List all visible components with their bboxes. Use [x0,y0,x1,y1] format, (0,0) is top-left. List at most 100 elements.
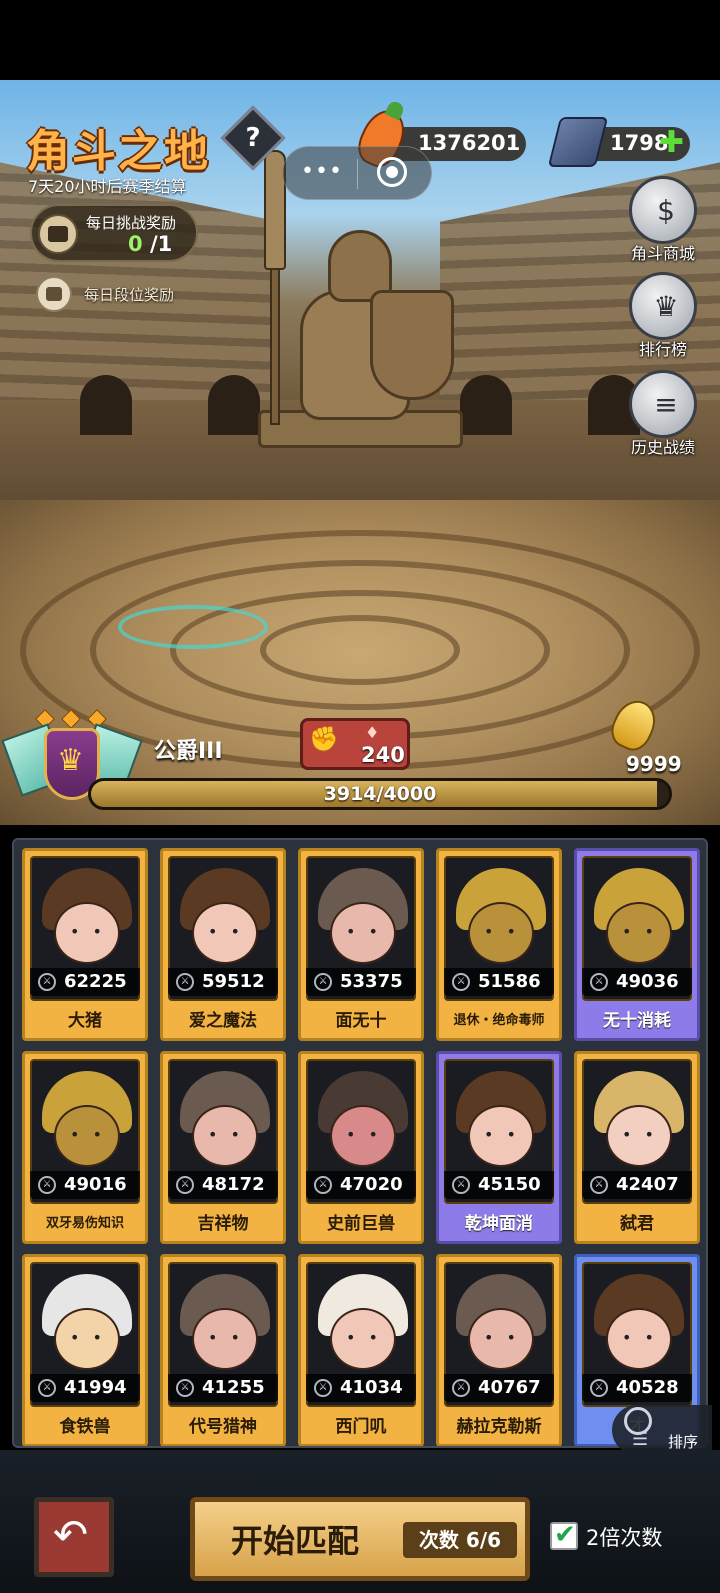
hero-card[interactable]: ⚔ 62225 大猪 [22,848,148,1041]
hero-card[interactable]: ⚔ 47020 史前巨兽 [298,1051,424,1244]
hero-name: 大猪 [68,1011,102,1031]
hero-name: 双牙易伤知识 [45,1216,124,1231]
hero-face [468,902,534,964]
hero-power-bar: ⚔ 41994 [30,1374,140,1402]
hero-power: 47020 [340,1174,403,1195]
hero-power-bar: ⚔ 53375 [306,968,416,996]
leaderboard-button[interactable]: ♛ 排行榜 [618,272,708,360]
power-icon: ⚔ [590,1379,608,1397]
hero-power: 45150 [478,1174,541,1195]
hero-grid: ⚔ 62225 大猪 ⚔ 59512 爱之魔法 ⚔ 53375 面无十 ⚔ 51586 退休・绝命毒师… [22,848,700,1446]
power-icon: ⚔ [314,1379,332,1397]
hero-card[interactable]: ⚔ 51586 退休・绝命毒师 [436,848,562,1041]
season-countdown: 7天20小时后赛季结算 [28,177,187,196]
daily-challenge-label: 每日挑战奖励 [86,214,177,232]
hero-power-bar: ⚔ 49016 [30,1171,140,1199]
hero-power: 62225 [64,971,127,992]
chest-icon [36,276,72,312]
hero-power-bar: ⚔ 49036 [582,968,692,996]
battle-history-button[interactable]: ≡ 历史战绩 [618,370,708,458]
add-gem-button[interactable]: ✚ [659,128,684,158]
power-icon: ⚔ [314,973,332,991]
daily-challenge-reward[interactable]: 每日挑战奖励 0 /1 [30,204,198,262]
hero-power-bar: ⚔ 42407 [582,1171,692,1199]
start-match-button[interactable]: 开始匹配 次数 6/6 [190,1497,530,1581]
hero-card[interactable]: ⚔ 41255 代号猎神 [160,1254,286,1446]
arch [80,375,132,435]
hero-face [468,1308,534,1370]
hero-face [330,902,396,964]
hero-card[interactable]: ⚔ 45150 乾坤面消 [436,1051,562,1244]
hero-card[interactable]: ⚔ 40767 赫拉克勒斯 [436,1254,562,1446]
more-menu-button[interactable]: ••• [301,159,343,184]
daily-rank-reward[interactable]: 每日段位奖励 [36,276,206,316]
hero-power: 40767 [478,1377,541,1398]
hero-face [192,1105,258,1167]
hero-card[interactable]: ⚔ 48172 吉祥物 [160,1051,286,1244]
hero-card[interactable]: ⚔ 59512 爱之魔法 [160,848,286,1041]
money-bag-icon: $ [629,176,697,244]
hero-face [54,1308,120,1370]
sort-label: 排序 [668,1433,699,1451]
power-icon: ⚔ [176,1176,194,1194]
fist-icon: ✊ [309,725,339,753]
hero-card[interactable]: ⚔ 42407 弑君 [574,1051,700,1244]
hero-name: 赫拉克勒斯 [456,1417,542,1437]
hero-face [330,1308,396,1370]
hero-face [606,1308,672,1370]
power-icon: ⚔ [38,1176,56,1194]
hero-power: 49036 [616,971,679,992]
arch [208,375,260,435]
mini-program-capsule: ••• [282,146,432,200]
power-icon: ⚔ [38,1379,56,1397]
power-icon: ⚔ [452,1176,470,1194]
hero-power-bar: ⚔ 48172 [168,1171,278,1199]
hero-power-bar: ⚔ 40528 [582,1374,692,1402]
daily-rank-label: 每日段位奖励 [84,286,175,304]
gem-currency: 1798 ✚ [547,117,690,167]
rank-name: 公爵III [154,739,223,764]
hero-list-panel: ⚔ 62225 大猪 ⚔ 59512 爱之魔法 ⚔ 53375 面无十 ⚔ 51586 退休・绝命毒师… [12,838,708,1448]
hero-face [54,902,120,964]
hero-name: 无十消耗 [603,1011,671,1031]
power-icon: ⚔ [314,1176,332,1194]
hero-name: 爱之魔法 [189,1011,257,1031]
handshake-icon: ♦ [365,723,380,742]
arena-shop-button[interactable]: $ 角斗商城 [618,176,708,264]
hero-card[interactable]: ⚔ 49016 双牙易伤知识 [22,1051,148,1244]
capsule-divider [357,159,358,189]
hero-face [54,1105,120,1167]
hero-face [606,1105,672,1167]
back-button[interactable]: ↶ [34,1497,114,1577]
arch [460,375,512,435]
sort-button[interactable]: ☰ 排序 [612,1405,712,1455]
knight-shield [370,290,454,400]
hero-name: 西门叽 [335,1417,387,1437]
hero-card[interactable]: ⚔ 41034 西门叽 [298,1254,424,1446]
hero-name: 史前巨兽 [327,1214,395,1234]
close-program-button[interactable] [377,157,407,187]
hero-card[interactable]: ⚔ 49036 无十消耗 [574,848,700,1041]
hero-face [468,1105,534,1167]
hero-power: 41255 [202,1377,265,1398]
checkbox-checked-icon[interactable] [550,1520,578,1550]
chest-icon [38,214,78,254]
hero-power-bar: ⚔ 62225 [30,968,140,996]
back-arrow-icon: ↶ [53,1510,89,1559]
hero-power: 49016 [64,1174,127,1195]
floor-ring [260,615,460,685]
hero-name: 代号猎神 [189,1417,257,1437]
rank-progress-text: 3914/4000 [323,783,437,805]
hero-card[interactable]: ⚔ 53375 面无十 [298,848,424,1041]
battle-score-badge: ✊ ♦ 240 [300,718,410,770]
hero-card[interactable]: ⚔ 41994 食铁兽 [22,1254,148,1446]
hero-face [192,902,258,964]
hero-power: 59512 [202,971,265,992]
hero-power-bar: ⚔ 41255 [168,1374,278,1402]
hero-power-bar: ⚔ 59512 [168,968,278,996]
scroll-icon: ≡ [629,370,697,438]
rank-progress-bar: 3914/4000 [88,778,672,810]
question-icon: ? [245,123,261,153]
status-bar [0,0,720,80]
list-icon: ☰ [632,1429,649,1450]
